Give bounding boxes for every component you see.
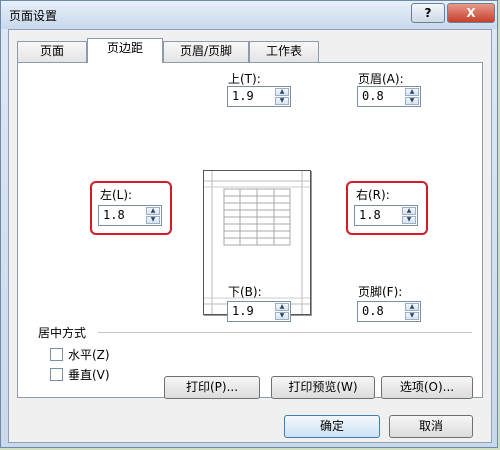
header-margin-up-arrow-icon[interactable]: ▲ (405, 88, 419, 96)
left-margin-value: 1.8 (103, 208, 125, 222)
ok-button[interactable]: 确定 (284, 415, 380, 438)
centering-section-title: 居中方式 (38, 326, 87, 340)
dialog-body: 页面 页边距 页眉/页脚 工作表 上(T): 1.9 ▲ ▼ 页眉(A): 0.8… (8, 29, 492, 443)
print-button[interactable]: 打印(P)... (164, 376, 260, 399)
question-icon: ? (424, 6, 432, 20)
page-setup-dialog: 页面设置 ? X 页面 页边距 页眉/页脚 工作表 上(T): 1.9 ▲ ▼ 页… (0, 0, 498, 448)
cancel-button[interactable]: 取消 (389, 415, 473, 438)
bottom-margin-spinner[interactable]: 1.9 ▲ ▼ (227, 301, 291, 322)
tab-page[interactable]: 页面 (17, 41, 87, 62)
right-margin-spinner[interactable]: 1.8 ▲ ▼ (354, 205, 418, 226)
footer-margin-spinner[interactable]: 0.8 ▲ ▼ (357, 301, 421, 322)
bottom-margin-up-arrow-icon[interactable]: ▲ (275, 303, 289, 311)
tab-sheet[interactable]: 工作表 (249, 41, 319, 62)
centering-separator (98, 332, 472, 333)
right-margin-label: 右(R): (356, 188, 390, 202)
options-button[interactable]: 选项(O)... (381, 376, 473, 399)
right-margin-down-arrow-icon[interactable]: ▼ (402, 216, 416, 224)
title-bar: 页面设置 ? X (1, 1, 497, 29)
top-margin-label: 上(T): (228, 72, 261, 86)
footer-margin-up-arrow-icon[interactable]: ▲ (405, 303, 419, 311)
help-button[interactable]: ? (411, 3, 445, 23)
bottom-margin-down-arrow-icon[interactable]: ▼ (275, 312, 289, 320)
bottom-margin-label: 下(B): (228, 285, 262, 299)
header-margin-down-arrow-icon[interactable]: ▼ (405, 97, 419, 105)
horizontal-center-checkbox[interactable] (50, 348, 63, 361)
close-button[interactable]: X (447, 3, 495, 23)
top-margin-spinner[interactable]: 1.9 ▲ ▼ (227, 86, 291, 107)
window-title: 页面设置 (9, 9, 58, 23)
top-margin-value: 1.9 (232, 89, 254, 103)
right-margin-value: 1.8 (359, 208, 381, 222)
footer-margin-value: 0.8 (362, 304, 384, 318)
left-margin-down-arrow-icon[interactable]: ▼ (146, 216, 160, 224)
tab-margins[interactable]: 页边距 (87, 38, 163, 63)
footer-margin-down-arrow-icon[interactable]: ▼ (405, 312, 419, 320)
header-margin-spinner[interactable]: 0.8 ▲ ▼ (357, 86, 421, 107)
right-margin-up-arrow-icon[interactable]: ▲ (402, 207, 416, 215)
left-margin-label: 左(L): (100, 188, 133, 202)
header-margin-label: 页眉(A): (358, 72, 404, 86)
top-margin-up-arrow-icon[interactable]: ▲ (275, 88, 289, 96)
vertical-center-label[interactable]: 垂直(V) (68, 366, 110, 383)
bottom-margin-value: 1.9 (232, 304, 254, 318)
header-margin-value: 0.8 (362, 89, 384, 103)
vertical-center-checkbox[interactable] (50, 368, 63, 381)
tab-header-footer[interactable]: 页眉/页脚 (163, 41, 249, 62)
top-margin-down-arrow-icon[interactable]: ▼ (275, 97, 289, 105)
horizontal-center-label[interactable]: 水平(Z) (68, 346, 110, 363)
left-margin-up-arrow-icon[interactable]: ▲ (146, 207, 160, 215)
close-icon: X (466, 6, 476, 20)
margins-panel: 上(T): 1.9 ▲ ▼ 页眉(A): 0.8 ▲ ▼ 左(L): 1.8 ▲ ▼ … (17, 62, 483, 398)
left-margin-spinner[interactable]: 1.8 ▲ ▼ (98, 205, 162, 226)
footer-margin-label: 页脚(F): (358, 285, 403, 299)
print-preview-button[interactable]: 打印预览(W) (271, 376, 375, 399)
